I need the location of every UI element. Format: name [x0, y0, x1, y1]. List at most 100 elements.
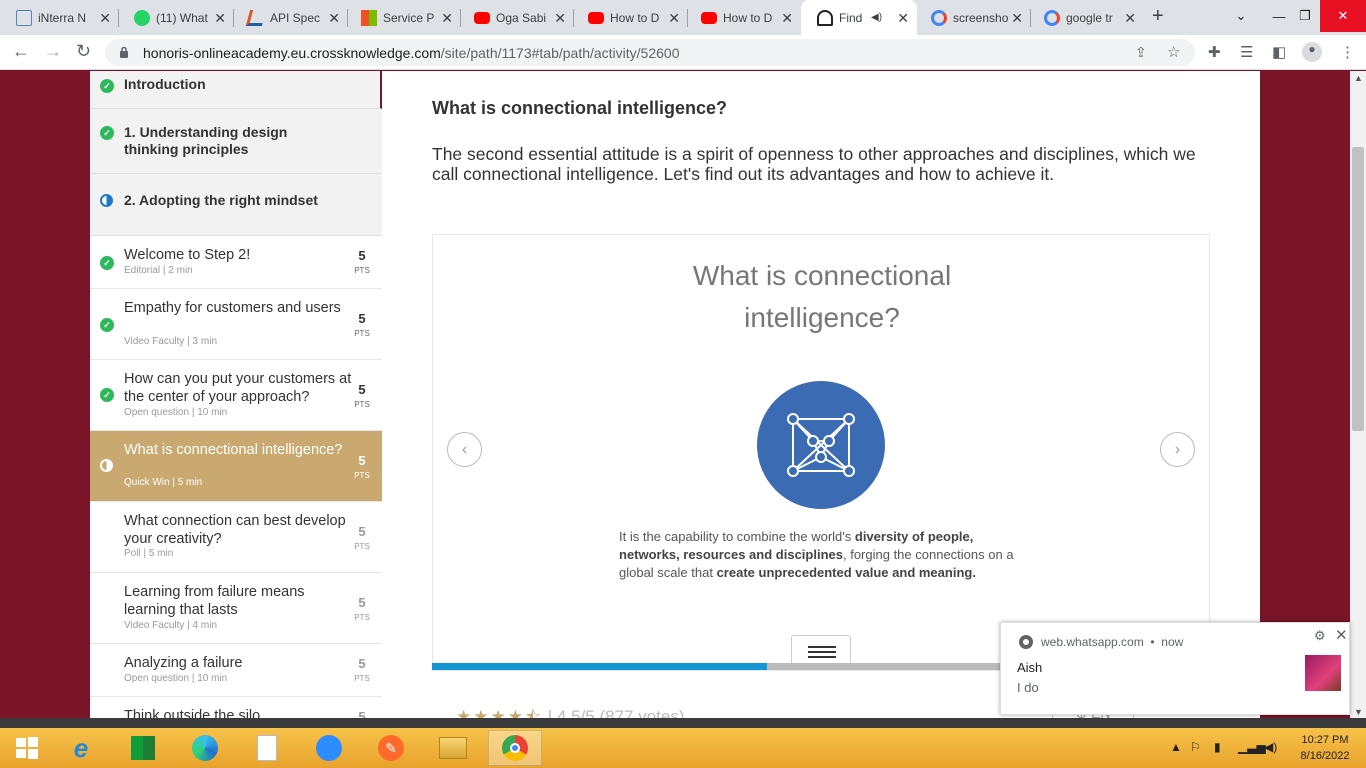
close-tab-icon[interactable]: ✕ [1011, 10, 1023, 27]
hamburger-menu-button[interactable] [791, 635, 851, 666]
next-slide-button[interactable]: › [1160, 432, 1195, 467]
star-rating-icon[interactable]: ★★★★⯪ [456, 707, 543, 718]
api-icon [245, 9, 267, 26]
tab-9[interactable]: screensho ✕ [915, 0, 1031, 35]
section-label: 1. Understanding design thinking princip… [124, 124, 288, 157]
close-tab-icon[interactable]: ✕ [441, 10, 453, 27]
tab-8-active[interactable]: Find ◀) ✕ [801, 0, 917, 35]
lock-icon[interactable] [119, 45, 129, 58]
activity-learning-from-failure[interactable]: Learning from failure means learning tha… [90, 573, 382, 644]
microsoft-icon [361, 9, 377, 26]
network-graph-icon [787, 413, 855, 477]
page-scrollbar[interactable]: ▲ ▼ [1350, 71, 1366, 718]
section-understanding[interactable]: ✓ 1. Understanding design thinking princ… [90, 109, 382, 174]
volume-icon[interactable]: ◀) [1264, 740, 1277, 754]
tab-5[interactable]: Oga Sabi ✕ [458, 0, 574, 35]
gear-icon[interactable]: ⚙ [1314, 628, 1326, 644]
activity-empathy[interactable]: ✓ Empathy for customers and users Video … [90, 289, 382, 360]
youtube-icon [588, 11, 604, 24]
points-unit: PTS [354, 266, 370, 275]
scroll-up-icon[interactable]: ▲ [1354, 73, 1363, 83]
zoom-icon[interactable] [302, 730, 356, 766]
close-window-button[interactable]: ✕ [1320, 0, 1366, 32]
close-tab-icon[interactable]: ✕ [668, 10, 680, 27]
tab-title: Find [839, 10, 863, 25]
edge-icon[interactable] [178, 730, 232, 766]
battery-icon[interactable]: ▮ [1214, 740, 1221, 754]
close-tab-icon[interactable]: ✕ [781, 10, 793, 27]
media-control-icon[interactable]: ☰ [1240, 43, 1253, 61]
new-tab-button[interactable]: + [1152, 5, 1164, 28]
activity-meta: Open question | 10 min [124, 407, 228, 418]
speaker-icon[interactable]: ◀) [871, 12, 882, 23]
tab-6[interactable]: How to D ✕ [572, 0, 688, 35]
activity-content: What is connectional intelligence? The s… [382, 71, 1260, 718]
restore-button[interactable]: ❐ [1290, 0, 1320, 32]
back-button[interactable]: ← [12, 41, 30, 62]
section-adopting-mindset[interactable]: 2. Adopting the right mindset [90, 174, 382, 236]
reload-button[interactable]: ↻ [76, 41, 91, 62]
activity-analyzing-failure[interactable]: Analyzing a failure Open question | 10 m… [90, 644, 382, 697]
close-icon[interactable]: ✕ [1335, 626, 1348, 644]
completed-check-icon: ✓ [100, 388, 114, 402]
close-tab-icon[interactable]: ✕ [99, 10, 111, 27]
windows-taskbar: e ✎ ▲ ⚐ ▮ ▁▃▅ ◀) 10:27 PM 8/16/2022 [0, 728, 1366, 768]
points-unit: PTS [354, 613, 370, 622]
activity-connection-creativity[interactable]: What connection can best develop your cr… [90, 502, 382, 573]
activity-think-outside-silo[interactable]: Think outside the silo 5 [90, 697, 382, 718]
microsoft-store-icon[interactable] [116, 730, 170, 766]
points-unit: PTS [354, 471, 370, 480]
tab-4[interactable]: Service P ✕ [345, 0, 461, 35]
side-panel-icon[interactable]: ◧ [1272, 43, 1286, 61]
profile-avatar-icon[interactable]: ● [1302, 42, 1322, 62]
chrome-icon[interactable] [488, 730, 542, 766]
extensions-icon[interactable]: ✚ [1208, 43, 1221, 61]
previous-slide-button[interactable]: ‹ [447, 432, 482, 467]
progress-fill [432, 663, 767, 670]
activity-meta: Video Faculty | 3 min [124, 336, 218, 347]
tab-7[interactable]: How to D ✕ [685, 0, 801, 35]
close-tab-icon[interactable]: ✕ [214, 10, 226, 27]
bookmark-star-icon[interactable]: ☆ [1167, 43, 1180, 61]
rating-display[interactable]: ★★★★⯪ | 4.5/5 (877 votes) [456, 704, 685, 718]
tab-search-icon[interactable]: ⌄ [1226, 0, 1256, 32]
windows-start-icon[interactable] [0, 730, 54, 766]
url-text[interactable]: honoris-onlineacademy.eu.crossknowledge.… [143, 45, 680, 61]
mail-icon [16, 9, 32, 26]
menu-kebab-icon[interactable]: ⋮ [1340, 43, 1355, 61]
tab-title: How to D [610, 10, 660, 25]
scroll-thumb[interactable] [1352, 147, 1364, 431]
activity-customers-center[interactable]: ✓ How can you put your customers at the … [90, 360, 382, 431]
section-label: 2. Adopting the right mindset [124, 192, 318, 208]
scroll-down-icon[interactable]: ▼ [1354, 707, 1363, 717]
whatsapp-icon [134, 9, 150, 26]
activity-welcome-step-2[interactable]: ✓ Welcome to Step 2! Editorial | 2 min 5… [90, 236, 382, 289]
flag-icon[interactable]: ⚐ [1190, 740, 1201, 754]
activity-connectional-intelligence-current[interactable]: What is connectional intelligence? Quick… [90, 431, 382, 502]
activity-points: 5 [358, 248, 366, 263]
network-signal-icon[interactable]: ▁▃▅ [1238, 740, 1266, 754]
section-introduction[interactable]: ✓ Introduction [90, 71, 382, 109]
share-icon[interactable]: ⇪ [1135, 44, 1147, 61]
file-explorer-icon[interactable] [426, 730, 480, 766]
close-tab-icon[interactable]: ✕ [1124, 10, 1136, 27]
tab-3[interactable]: API Spec ✕ [232, 0, 348, 35]
internet-explorer-icon[interactable]: e [54, 730, 108, 766]
file-icon[interactable] [240, 730, 294, 766]
close-tab-icon[interactable]: ✕ [554, 10, 566, 27]
close-tab-icon[interactable]: ✕ [328, 10, 340, 27]
pen-icon[interactable]: ✎ [364, 730, 418, 766]
forward-button[interactable]: → [44, 41, 62, 62]
close-tab-icon[interactable]: ✕ [897, 10, 909, 27]
tab-strip: iNterra N ✕ (11) What ✕ API Spec ✕ Servi… [0, 0, 1366, 35]
chrome-notification[interactable]: web.whatsapp.com • now ⚙ ✕ Aish I do [1000, 622, 1350, 715]
address-bar[interactable]: honoris-onlineacademy.eu.crossknowledge.… [105, 39, 1195, 66]
tab-10[interactable]: google tr ✕ [1028, 0, 1144, 35]
system-clock[interactable]: 10:27 PM 8/16/2022 [1290, 732, 1360, 764]
card-definition-text: It is the capability to combine the worl… [619, 529, 1014, 580]
tab-title: Oga Sabi [496, 10, 547, 25]
activity-points: 5 [358, 382, 366, 397]
show-hidden-icons[interactable]: ▲ [1170, 740, 1182, 754]
tab-1[interactable]: iNterra N ✕ [0, 0, 119, 35]
tab-2[interactable]: (11) What ✕ [118, 0, 234, 35]
